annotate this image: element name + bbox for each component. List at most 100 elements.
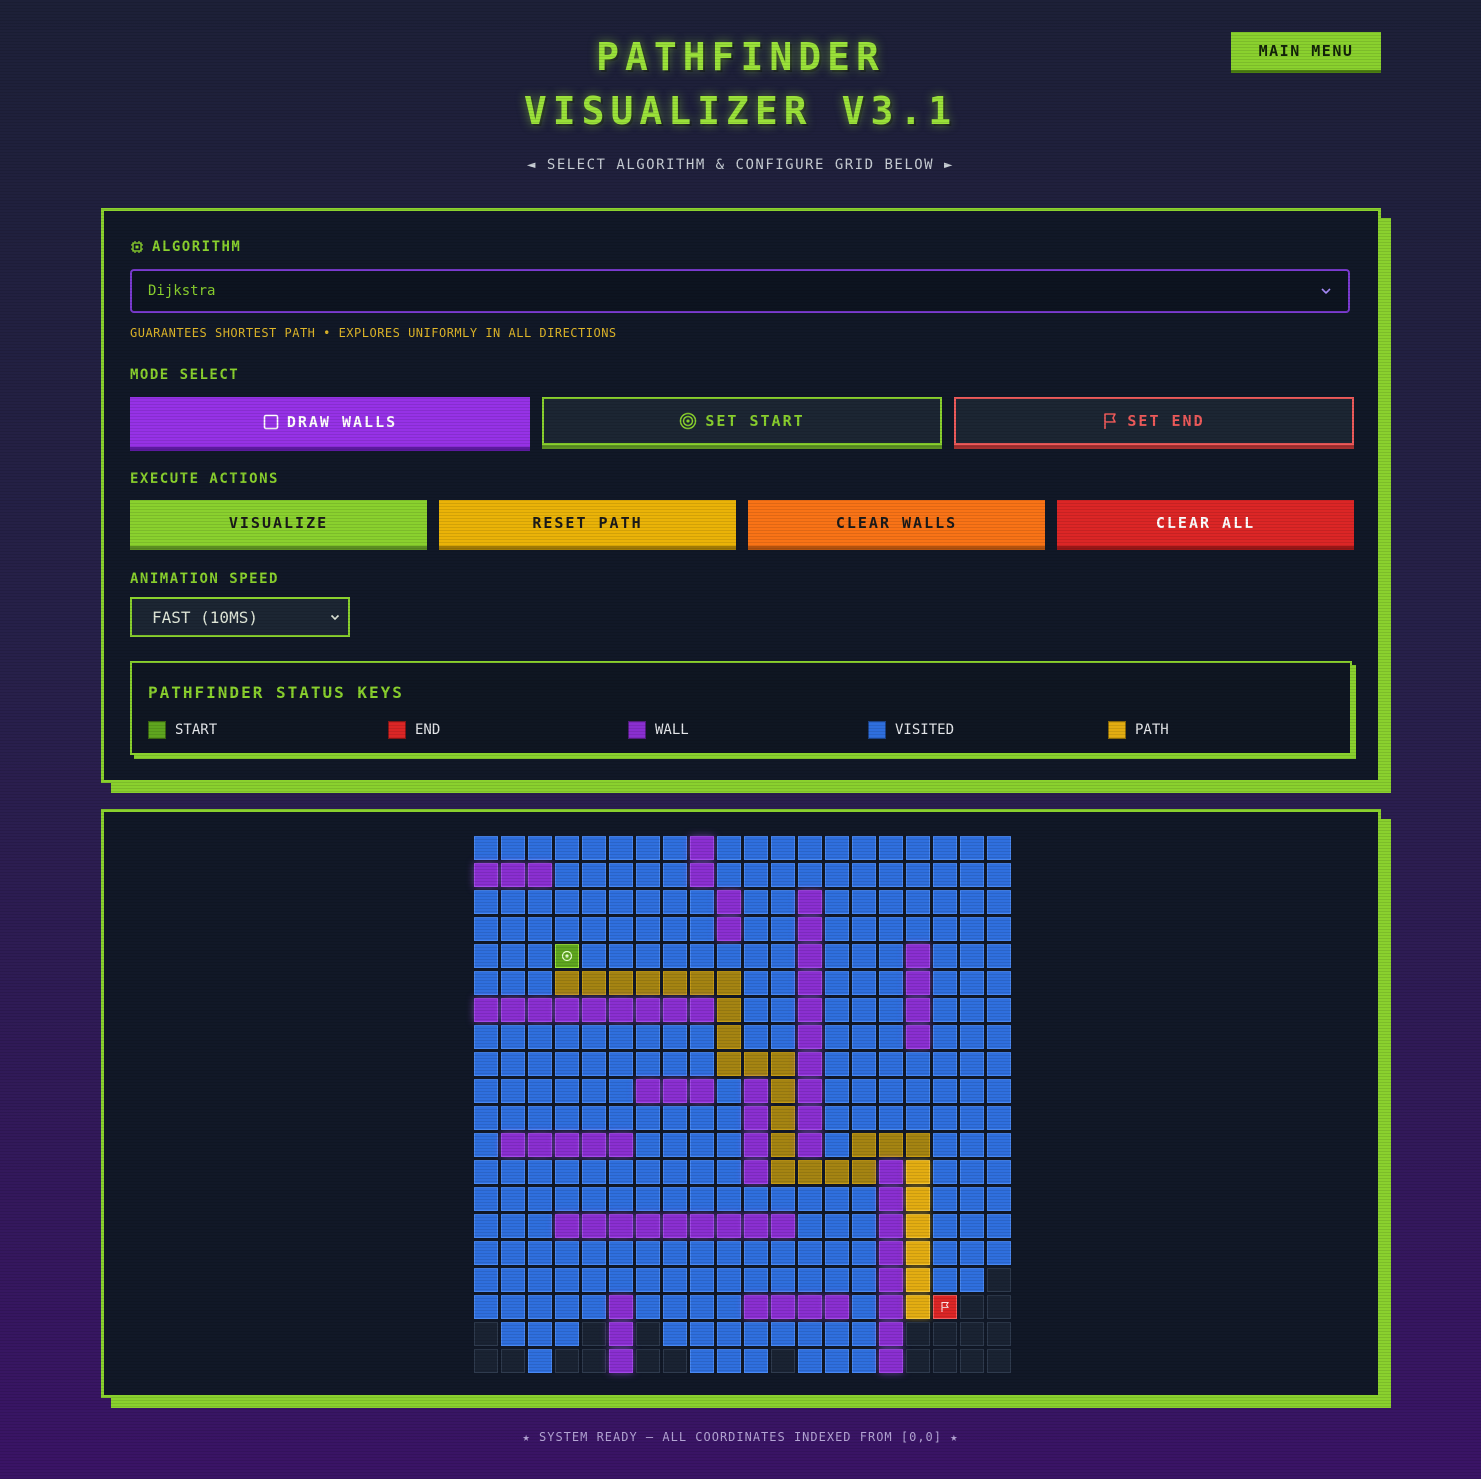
grid-cell-visited[interactable] (960, 836, 984, 860)
grid-cell-path[interactable] (906, 1214, 930, 1238)
grid-cell-visited[interactable] (879, 944, 903, 968)
grid-cell-visited[interactable] (906, 917, 930, 941)
grid-cell-visited[interactable] (852, 836, 876, 860)
grid-cell-visited[interactable] (879, 1025, 903, 1049)
grid-cell-visited[interactable] (717, 1106, 741, 1130)
grid-cell-wall[interactable] (636, 1079, 660, 1103)
grid-cell-wall[interactable] (798, 1133, 822, 1157)
grid-cell-wall[interactable] (501, 863, 525, 887)
grid-cell-visited[interactable] (636, 1241, 660, 1265)
grid-cell-visited[interactable] (663, 1052, 687, 1076)
grid-cell-wall[interactable] (906, 1025, 930, 1049)
grid-cell-wall[interactable] (744, 1160, 768, 1184)
grid-cell-wall[interactable] (798, 1052, 822, 1076)
grid-cell-visited[interactable] (501, 836, 525, 860)
grid-cell-visited[interactable] (609, 1025, 633, 1049)
grid-cell-path[interactable] (906, 1268, 930, 1292)
grid-cell-empty[interactable] (501, 1349, 525, 1373)
grid-cell-visited[interactable] (987, 1079, 1011, 1103)
grid-cell-visited[interactable] (717, 1349, 741, 1373)
grid-cell-empty[interactable] (960, 1295, 984, 1319)
grid-cell-visited[interactable] (744, 1349, 768, 1373)
grid-cell-visited[interactable] (582, 836, 606, 860)
grid-cell-visited[interactable] (528, 1322, 552, 1346)
grid-cell-visited[interactable] (609, 1160, 633, 1184)
grid-cell-wall[interactable] (474, 998, 498, 1022)
grid-cell-visited[interactable] (744, 1268, 768, 1292)
clear-walls-button[interactable]: CLEAR WALLS (748, 500, 1045, 546)
grid-cell-visited[interactable] (474, 1214, 498, 1238)
grid-cell-wall[interactable] (879, 1187, 903, 1211)
grid-cell-visited[interactable] (879, 890, 903, 914)
grid-cell-visited[interactable] (501, 1295, 525, 1319)
grid-cell-visited[interactable] (474, 917, 498, 941)
grid-cell-visited[interactable] (960, 1106, 984, 1130)
grid-cell-visited[interactable] (528, 890, 552, 914)
grid-cell-visited[interactable] (474, 1187, 498, 1211)
grid-cell-visited[interactable] (879, 917, 903, 941)
grid-cell-visited[interactable] (798, 1322, 822, 1346)
grid-cell-visited[interactable] (609, 863, 633, 887)
grid-cell-visited[interactable] (771, 998, 795, 1022)
grid-cell-wall[interactable] (879, 1160, 903, 1184)
grid-cell-wall[interactable] (798, 944, 822, 968)
grid-cell-visited[interactable] (663, 1241, 687, 1265)
grid-cell-visited[interactable] (663, 1322, 687, 1346)
grid-cell-visited[interactable] (717, 944, 741, 968)
grid-cell-path[interactable] (555, 971, 579, 995)
grid-cell-visited[interactable] (474, 1079, 498, 1103)
grid-cell-visited[interactable] (690, 1052, 714, 1076)
grid-cell-visited[interactable] (771, 1268, 795, 1292)
grid-cell-visited[interactable] (798, 1268, 822, 1292)
grid-cell-wall[interactable] (717, 917, 741, 941)
grid-cell-wall[interactable] (582, 998, 606, 1022)
grid-cell-visited[interactable] (960, 1025, 984, 1049)
grid-cell-wall[interactable] (690, 863, 714, 887)
grid-cell-visited[interactable] (582, 1052, 606, 1076)
grid-cell-visited[interactable] (960, 998, 984, 1022)
grid-cell-visited[interactable] (744, 836, 768, 860)
grid-cell-visited[interactable] (501, 1214, 525, 1238)
grid-cell-visited[interactable] (501, 1079, 525, 1103)
grid-cell-visited[interactable] (798, 1349, 822, 1373)
grid-cell-visited[interactable] (960, 1160, 984, 1184)
grid-cell-visited[interactable] (690, 1322, 714, 1346)
grid-cell-visited[interactable] (636, 1187, 660, 1211)
grid-cell-visited[interactable] (609, 890, 633, 914)
grid-cell-visited[interactable] (528, 944, 552, 968)
grid-cell-visited[interactable] (987, 890, 1011, 914)
grid-cell-visited[interactable] (825, 1052, 849, 1076)
grid-cell-visited[interactable] (852, 917, 876, 941)
grid-cell-visited[interactable] (798, 1241, 822, 1265)
grid-cell-wall[interactable] (798, 1025, 822, 1049)
grid-cell-visited[interactable] (528, 1052, 552, 1076)
grid-cell-visited[interactable] (690, 1160, 714, 1184)
grid-cell-empty[interactable] (987, 1322, 1011, 1346)
grid-cell-path[interactable] (879, 1133, 903, 1157)
grid-cell-visited[interactable] (636, 1106, 660, 1130)
grid-cell-visited[interactable] (825, 1322, 849, 1346)
grid-cell-visited[interactable] (852, 1268, 876, 1292)
grid-cell-visited[interactable] (933, 917, 957, 941)
grid-cell-visited[interactable] (852, 1322, 876, 1346)
grid-cell-wall[interactable] (663, 998, 687, 1022)
grid-cell-visited[interactable] (636, 890, 660, 914)
grid-cell-path[interactable] (825, 1160, 849, 1184)
grid-cell-empty[interactable] (636, 1322, 660, 1346)
grid-cell-wall[interactable] (690, 998, 714, 1022)
grid-cell-empty[interactable] (555, 1349, 579, 1373)
grid-cell-visited[interactable] (582, 1295, 606, 1319)
grid-cell-wall[interactable] (690, 1079, 714, 1103)
grid-cell-wall[interactable] (798, 917, 822, 941)
grid-cell-visited[interactable] (501, 1106, 525, 1130)
grid-cell-visited[interactable] (474, 1160, 498, 1184)
grid-cell-visited[interactable] (852, 1214, 876, 1238)
grid-cell-visited[interactable] (933, 1214, 957, 1238)
grid-cell-visited[interactable] (555, 1052, 579, 1076)
grid-cell-visited[interactable] (609, 1241, 633, 1265)
grid-cell-visited[interactable] (879, 1052, 903, 1076)
grid-cell-path[interactable] (771, 1160, 795, 1184)
grid-cell-visited[interactable] (555, 1025, 579, 1049)
grid-cell-path[interactable] (798, 1160, 822, 1184)
grid-cell-wall[interactable] (636, 1214, 660, 1238)
